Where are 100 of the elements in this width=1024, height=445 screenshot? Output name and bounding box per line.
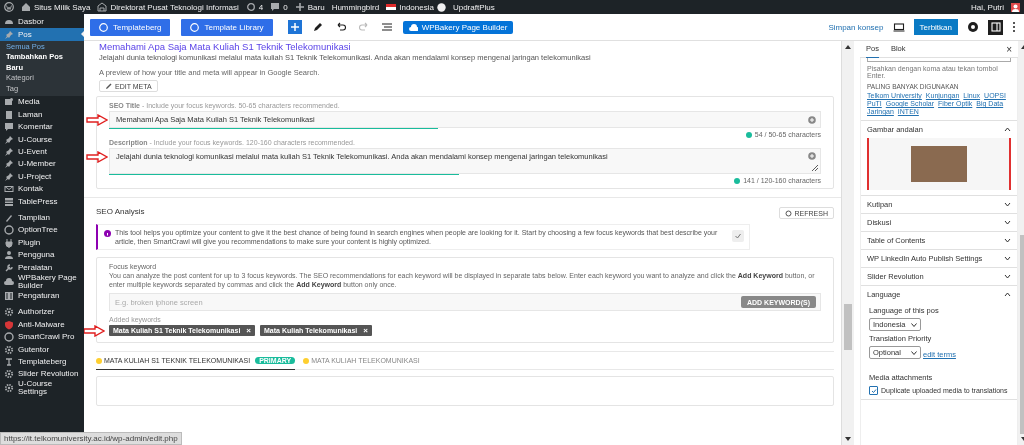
chevron-down-icon [1004, 202, 1011, 207]
close-button[interactable]: × [1006, 43, 1012, 55]
table-icon [4, 196, 14, 207]
menu-item[interactable]: Peralatan [0, 261, 84, 274]
menu-item[interactable]: Media [0, 96, 84, 109]
user-greeting[interactable]: Hai, Putri [971, 2, 1004, 12]
menu-item[interactable]: OptionTree [0, 224, 84, 237]
menu-item[interactable]: Anti-Malware [0, 318, 84, 331]
toolbar-button[interactable]: Template Library [181, 18, 273, 36]
settings-icon [4, 344, 14, 355]
toolbar-link[interactable]: 4 [258, 2, 264, 12]
photo-placeholder [911, 146, 967, 182]
chevron-down-icon [911, 350, 917, 355]
pencil-icon [105, 82, 112, 90]
circle-icon [4, 225, 14, 236]
save-draft-button[interactable]: Simpan konsep [828, 22, 884, 32]
pin-icon [4, 147, 14, 158]
menu-item[interactable]: Plugin [0, 236, 84, 249]
pin-icon [4, 29, 14, 40]
brush-icon [4, 213, 14, 223]
chevron-down-icon [911, 322, 917, 327]
menu-item[interactable]: Kontak [0, 183, 84, 196]
publish-button[interactable]: Terbitkan [913, 19, 958, 35]
add-circle-icon[interactable] [808, 152, 816, 160]
search-result-title[interactable]: Memahami Apa Saja Mata Kuliah S1 Teknik Telekomunikasi [99, 41, 834, 52]
logo-icon [99, 22, 108, 32]
house-icon[interactable] [21, 2, 31, 12]
flag-icon[interactable] [386, 2, 397, 12]
pin-icon [4, 171, 14, 182]
menu-item[interactable]: U-Member [0, 158, 84, 171]
menu-item[interactable]: WPBakery Page Builder [0, 273, 84, 290]
building-icon[interactable] [97, 2, 108, 12]
chevron-up-icon [1004, 292, 1011, 297]
cloud-icon [4, 276, 14, 287]
wordpress-logo-icon[interactable] [4, 2, 14, 12]
toolbar-link[interactable]: Hummingbird [331, 2, 380, 12]
menu-item[interactable]: TablePress [0, 195, 84, 208]
mail-icon [4, 184, 14, 195]
more-options-icon[interactable] [1012, 21, 1016, 33]
remove-button[interactable]: × [246, 326, 251, 335]
checkmark-icon[interactable] [732, 230, 744, 242]
menu-item[interactable]: Dasbor [0, 16, 84, 29]
check-circle-icon [745, 131, 752, 138]
avatar-icon[interactable] [1011, 2, 1020, 12]
globe-icon[interactable] [436, 2, 446, 12]
toolbar-link[interactable]: Baru [307, 2, 325, 12]
add-circle-icon[interactable] [808, 115, 816, 124]
scrollbar-thumb[interactable] [844, 304, 852, 350]
menu-item[interactable]: U-Course [0, 133, 84, 146]
pin-icon [4, 134, 14, 145]
menu-item[interactable]: Pengaturan [0, 289, 84, 303]
scroll-down-icon [845, 437, 851, 441]
menu-item[interactable]: Templateberg [0, 355, 84, 369]
checkmark-icon [870, 387, 877, 394]
chevron-down-icon [1004, 274, 1011, 279]
plug-icon [4, 237, 14, 248]
scrollbar[interactable] [842, 41, 854, 445]
refresh-icon[interactable] [245, 2, 256, 12]
toolbar-link[interactable]: UpdraftPlus [452, 2, 495, 12]
toolbar-link[interactable]: 0 [283, 2, 288, 12]
check-circle-icon [734, 177, 741, 184]
toolbar-link[interactable]: Indonesia [399, 2, 434, 12]
resize-handle-icon [812, 165, 818, 171]
media-icon [4, 97, 14, 108]
menu-item[interactable]: Tampilan [0, 211, 84, 225]
plus-icon[interactable] [294, 2, 305, 12]
menu-item[interactable]: U-Event [0, 145, 84, 159]
list-view-icon[interactable] [379, 20, 394, 34]
toolbar-button[interactable]: WPBakery Page Builder [402, 20, 514, 34]
checkbox[interactable] [869, 386, 878, 395]
menu-item[interactable]: Authorizer [0, 306, 84, 319]
menu-item[interactable]: U-Course Settings [0, 380, 84, 397]
menu-item[interactable]: SmartCrawl Pro [0, 330, 84, 344]
toolbar-button[interactable]: Templateberg [90, 18, 171, 36]
badge-icon[interactable] [967, 21, 979, 33]
desktop-preview-icon[interactable] [892, 21, 905, 33]
menu-item[interactable]: Komentar [0, 121, 84, 134]
menu-item[interactable]: U-Project [0, 170, 84, 183]
page-icon [4, 109, 14, 120]
settings-button[interactable] [988, 19, 1003, 35]
toolbar-link[interactable]: Situs Milik Saya [34, 2, 91, 12]
shield-icon [4, 319, 14, 330]
cloud-icon [408, 22, 418, 32]
remove-button[interactable]: × [363, 326, 368, 335]
menu-item[interactable]: Pos [0, 28, 84, 41]
comment-icon[interactable] [270, 2, 281, 12]
menu-item[interactable]: Laman [0, 108, 84, 122]
pin-icon [4, 159, 14, 170]
settings-icon [4, 290, 14, 301]
add-block-button[interactable] [287, 20, 302, 34]
circle-icon [4, 332, 14, 343]
logo-icon [190, 22, 200, 32]
tag-input[interactable] [867, 58, 1011, 62]
letter-t-icon [4, 356, 14, 367]
toolbar-link[interactable]: Direktorat Pusat Teknologi Informasi [110, 2, 239, 12]
menu-item[interactable]: Gutentor [0, 343, 84, 356]
menu-item[interactable]: Pengguna [0, 248, 84, 262]
sidebar-icon [990, 22, 1001, 32]
chevron-up-icon [1004, 127, 1011, 132]
menu-item[interactable]: Slider Revolution [0, 368, 84, 381]
